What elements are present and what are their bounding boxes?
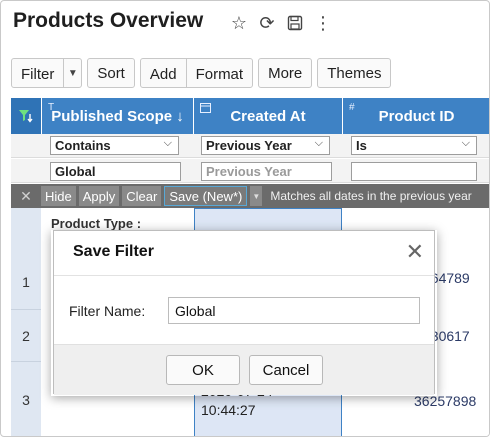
- page-title: Products Overview: [13, 9, 204, 32]
- filter-value-created-at[interactable]: Previous Year: [201, 162, 332, 181]
- group-row-gutter: [11, 208, 41, 254]
- add-button[interactable]: Add: [141, 59, 186, 89]
- format-button[interactable]: Format: [187, 59, 253, 89]
- filter-value-product-id[interactable]: [351, 162, 477, 181]
- star-icon[interactable]: ☆: [229, 13, 249, 33]
- dialog-title: Save Filter: [73, 243, 154, 260]
- close-icon[interactable]: ✕: [406, 239, 424, 265]
- column-header-created-at[interactable]: Created At: [194, 98, 342, 134]
- filter-action-bar: ✕ Hide Apply Clear Save (New*) ▼ Matches…: [11, 184, 489, 208]
- add-format-group: Add Format: [139, 58, 254, 89]
- save-options-dropdown-icon[interactable]: ▼: [250, 186, 263, 206]
- chevron-down-icon: ⌵: [163, 137, 172, 149]
- more-vertical-icon[interactable]: ⋮: [313, 13, 333, 33]
- save-icon[interactable]: [285, 13, 305, 33]
- filter-operator-published-scope[interactable]: Contains ⌵: [50, 136, 179, 155]
- calendar-icon: [200, 102, 211, 116]
- group-label: Product Type :: [51, 216, 142, 231]
- close-icon[interactable]: ✕: [11, 188, 41, 205]
- filter-dropdown-icon[interactable]: ▼: [64, 59, 81, 87]
- title-actions: ☆ ⟳ ⋮: [229, 13, 333, 33]
- column-header-published-scope[interactable]: T Published Scope ↓: [42, 98, 193, 134]
- chevron-down-icon: ⌵: [461, 137, 470, 149]
- filter-toggle-icon[interactable]: [11, 98, 41, 134]
- more-button[interactable]: More: [258, 58, 313, 88]
- text-type-icon: T: [48, 102, 55, 113]
- refresh-icon[interactable]: ⟳: [257, 13, 277, 33]
- clear-filter-button[interactable]: Clear: [122, 186, 162, 206]
- row-number: 1: [11, 254, 41, 310]
- apply-filter-button[interactable]: Apply: [78, 186, 120, 206]
- save-filter-dialog: Save Filter ✕ Filter Name: Global OK Can…: [53, 230, 435, 395]
- row-number: 3: [11, 362, 41, 436]
- number-type-icon: #: [349, 102, 355, 113]
- created-at-time: 10:44:27: [201, 402, 256, 418]
- toolbar: Filter ▼ Sort Add Format More Themes: [11, 58, 392, 89]
- filter-operator-product-id[interactable]: Is ⌵: [351, 136, 477, 155]
- column-header-product-id[interactable]: # Product ID: [343, 98, 489, 134]
- chevron-down-icon: ⌵: [314, 137, 323, 149]
- dialog-footer: OK Cancel: [54, 344, 434, 395]
- filter-description: Matches all dates in the previous year: [270, 189, 472, 203]
- filter-button[interactable]: Filter: [12, 59, 63, 89]
- save-filter-button[interactable]: Save (New*): [164, 186, 248, 206]
- themes-button[interactable]: Themes: [317, 58, 392, 88]
- filter-split-button: Filter ▼: [11, 58, 83, 89]
- filter-value-published-scope[interactable]: Global: [50, 162, 181, 181]
- filter-operator-created-at[interactable]: Previous Year ⌵: [201, 136, 330, 155]
- ok-button[interactable]: OK: [166, 355, 240, 385]
- hide-filter-button[interactable]: Hide: [41, 186, 76, 206]
- sort-button[interactable]: Sort: [87, 58, 135, 88]
- cancel-button[interactable]: Cancel: [249, 355, 323, 385]
- filter-name-label: Filter Name:: [69, 303, 146, 319]
- row-number: 2: [11, 310, 41, 362]
- filter-name-input[interactable]: Global: [168, 297, 420, 324]
- app-window: Products Overview ☆ ⟳ ⋮ Filter ▼ Sort Ad…: [0, 0, 490, 437]
